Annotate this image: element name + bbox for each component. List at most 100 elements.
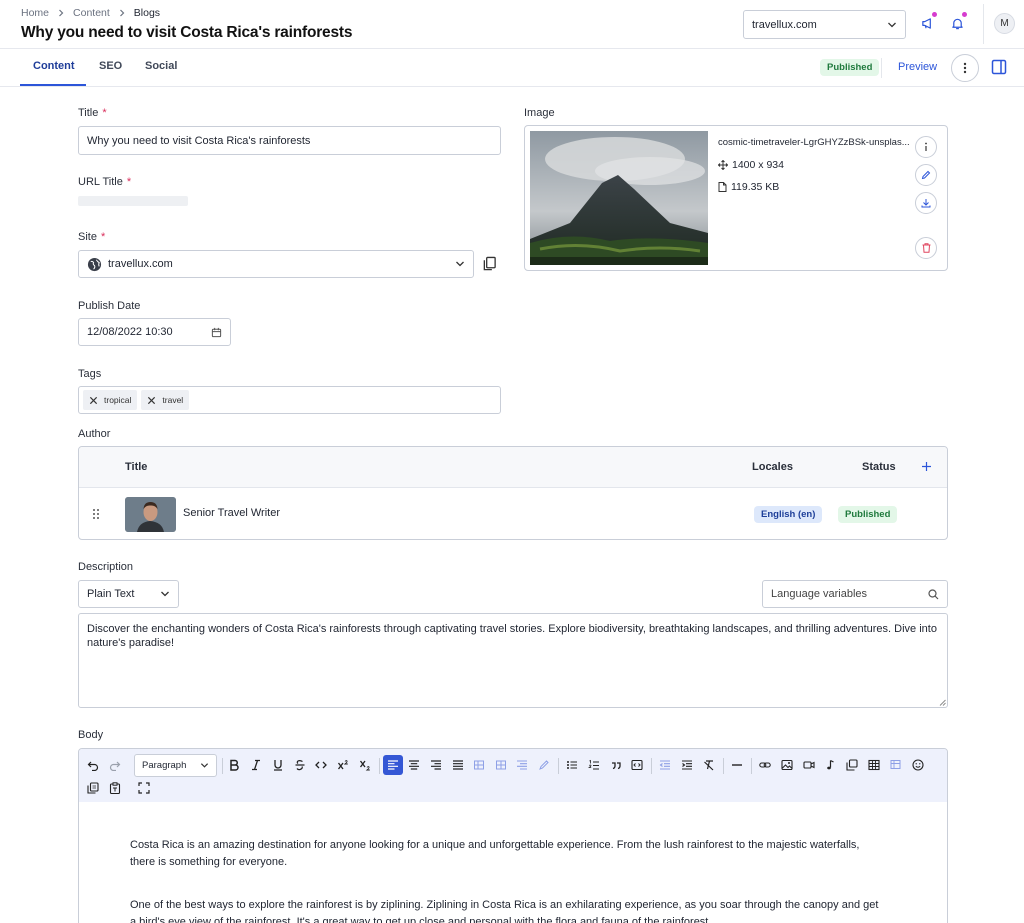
image-download-button[interactable] [915,192,937,214]
bold-button[interactable] [224,755,244,775]
blockquote-button[interactable] [606,755,626,775]
add-author-button[interactable] [921,461,932,472]
description-format-value: Plain Text [87,588,135,600]
drag-handle[interactable] [92,508,100,520]
table-align-right-icon [517,760,527,770]
image-info-button[interactable] [915,136,937,158]
table-properties-button[interactable] [886,755,906,775]
align-right-button[interactable] [426,755,446,775]
subscript-button[interactable] [355,755,375,775]
italic-button[interactable] [246,755,266,775]
align-justify-button[interactable] [448,755,468,775]
tags-input[interactable]: tropical travel [78,386,501,414]
redo-button[interactable] [105,755,125,775]
table-align-center-button[interactable] [491,755,511,775]
more-options-button[interactable] [951,54,979,82]
toggle-sidebar-button[interactable] [990,58,1008,76]
image-edit-button[interactable] [915,164,937,186]
align-left-button[interactable] [383,755,403,775]
toolbar-separator [651,758,652,774]
breadcrumb-blogs[interactable]: Blogs [134,7,160,19]
numbered-list-button[interactable] [584,755,604,775]
code-block-icon [631,759,643,771]
paste-button[interactable] [83,778,103,798]
code-block-button[interactable] [627,755,647,775]
description-textarea[interactable]: Discover the enchanting wonders of Costa… [78,613,948,708]
more-vertical-icon [963,62,967,74]
highlight-button[interactable] [534,755,554,775]
clear-formatting-button[interactable] [699,755,719,775]
tab-social[interactable]: Social [145,60,177,72]
user-avatar[interactable]: M [994,13,1015,34]
table-align-right-button[interactable] [512,755,532,775]
editor-paragraph[interactable]: One of the best ways to explore the rain… [130,897,880,923]
outdent-button[interactable] [655,755,675,775]
tab-content[interactable]: Content [33,60,75,72]
editor-paragraph[interactable]: Costa Rica is an amazing destination for… [130,837,880,871]
insert-image-button[interactable] [777,755,797,775]
description-format-select[interactable]: Plain Text [78,580,179,608]
image-delete-button[interactable] [915,237,937,259]
title-input[interactable]: Why you need to visit Costa Rica's rainf… [78,126,501,155]
strikethrough-button[interactable] [290,755,310,775]
align-center-button[interactable] [404,755,424,775]
description-label: Description [78,561,134,573]
align-justify-icon [453,760,463,770]
fullscreen-icon [138,782,150,794]
undo-button[interactable] [83,755,103,775]
block-format-select[interactable]: Paragraph [134,754,217,777]
insert-link-button[interactable] [755,755,775,775]
breadcrumb-content[interactable]: Content [73,7,110,19]
copy-button[interactable] [482,256,497,271]
site-select[interactable]: travellux.com [78,250,474,278]
toolbar-separator [751,758,752,774]
insert-gallery-button[interactable] [842,755,862,775]
page-title: Why you need to visit Costa Rica's rainf… [21,24,353,41]
insert-audio-button[interactable] [820,755,840,775]
publish-date-input[interactable]: 12/08/2022 10:30 [78,318,231,346]
notifications-button[interactable] [944,10,970,36]
chevron-down-icon [456,261,464,267]
tag-chip: tropical [83,390,138,410]
calendar-icon [211,327,222,337]
redo-icon [109,761,121,771]
preview-button[interactable]: Preview [898,61,937,73]
numbered-list-icon [588,759,599,770]
resize-handle-icon[interactable] [939,699,946,706]
author-table: Title Locales Status Senior Travel Write… [78,446,948,540]
language-variables-search[interactable]: Language variables [762,580,948,608]
body-editor[interactable]: Paragraph Costa Rica is an amazing desti… [78,748,948,923]
align-left-icon [388,760,398,770]
close-icon[interactable] [89,396,98,405]
paste-as-text-button[interactable] [105,778,125,798]
announcements-button[interactable] [914,10,940,36]
insert-video-button[interactable] [799,755,819,775]
globe-icon [87,257,102,271]
code-button[interactable] [311,755,331,775]
site-switcher[interactable]: travellux.com [743,10,906,39]
indent-button[interactable] [677,755,697,775]
image-dimensions: 1400 x 934 [718,159,784,171]
insert-emoji-button[interactable] [908,755,928,775]
close-icon[interactable] [147,396,156,405]
smiley-icon [912,759,924,771]
chevron-down-icon [888,22,896,27]
author-title[interactable]: Senior Travel Writer [183,507,280,519]
image-label: Image [524,107,555,119]
bullet-list-button[interactable] [562,755,582,775]
status-badge: Published [820,59,880,76]
table-align-left-button[interactable] [469,755,489,775]
toolbar-separator [723,758,724,774]
horizontal-rule-button[interactable] [727,755,747,775]
info-icon [925,142,927,151]
image-thumbnail[interactable] [530,131,708,265]
underline-button[interactable] [268,755,288,775]
fullscreen-button[interactable] [134,778,154,798]
column-header-locales: Locales [752,461,793,473]
volcano-image [530,131,708,265]
breadcrumb-home[interactable]: Home [21,7,49,19]
superscript-button[interactable] [333,755,353,775]
insert-table-button[interactable] [864,755,884,775]
title-input-value: Why you need to visit Costa Rica's rainf… [87,134,311,147]
tab-seo[interactable]: SEO [99,60,122,72]
